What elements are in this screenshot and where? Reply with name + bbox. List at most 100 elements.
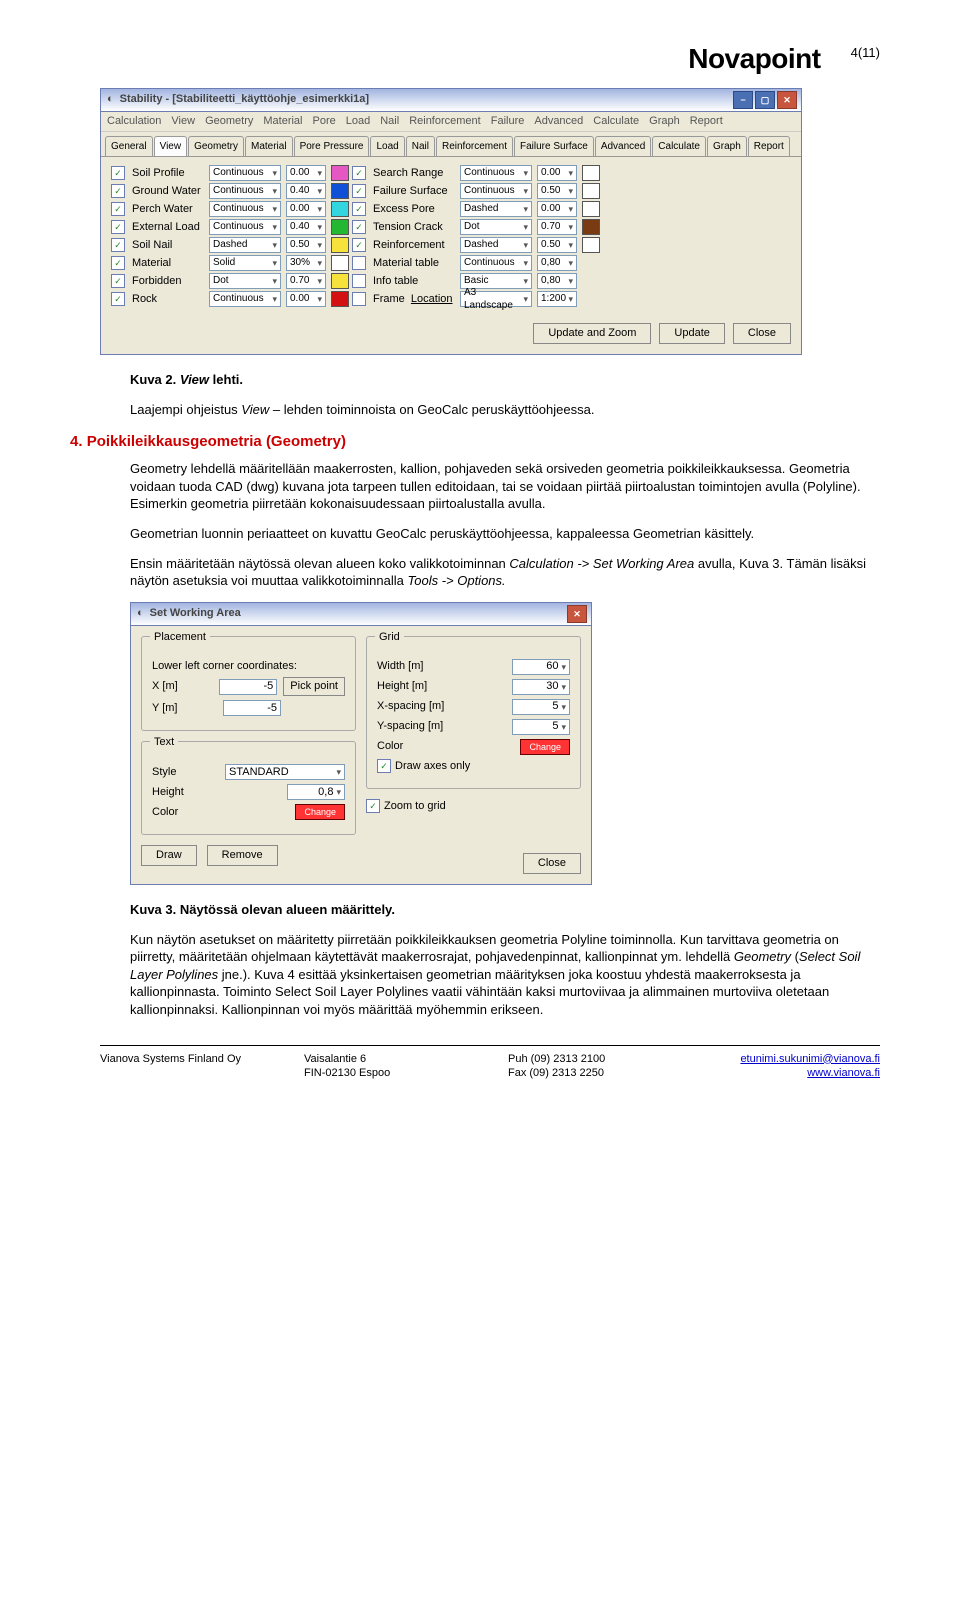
tab-reinf[interactable]: Reinforcement — [436, 136, 513, 157]
style-select[interactable]: Continuous▾ — [209, 183, 281, 199]
draw-axes-check[interactable]: ✓ — [377, 759, 391, 773]
value-select[interactable]: 0.40▾ — [286, 219, 326, 235]
tab-general[interactable]: General — [105, 136, 153, 157]
value-select[interactable]: 0,80▾ — [537, 255, 577, 271]
theight-input[interactable]: 0,8▾ — [287, 784, 345, 800]
menu-item[interactable]: Calculate — [593, 114, 639, 129]
web-link[interactable]: www.vianova.fi — [712, 1066, 880, 1081]
menu-item[interactable]: Advanced — [534, 114, 583, 129]
value-select[interactable]: 0.50▾ — [286, 237, 326, 253]
row-checkbox[interactable] — [352, 274, 366, 288]
tab-advanced[interactable]: Advanced — [595, 136, 651, 157]
email-link[interactable]: etunimi.sukunimi@vianova.fi — [712, 1052, 880, 1067]
row-checkbox[interactable]: ✓ — [111, 256, 125, 270]
value-select[interactable]: 30%▾ — [286, 255, 326, 271]
tab-geometry[interactable]: Geometry — [188, 136, 244, 157]
row-checkbox[interactable]: ✓ — [111, 202, 125, 216]
tab-report[interactable]: Report — [748, 136, 790, 157]
color-swatch[interactable] — [331, 201, 349, 217]
value-select[interactable]: 0.40▾ — [286, 183, 326, 199]
color-swatch[interactable] — [582, 219, 600, 235]
color-swatch[interactable] — [331, 219, 349, 235]
menu-item[interactable]: Nail — [380, 114, 399, 129]
style-select[interactable]: Continuous▾ — [460, 165, 532, 181]
swa-close-btn[interactable]: Close — [523, 853, 581, 874]
color-swatch[interactable] — [331, 165, 349, 181]
menu-item[interactable]: Failure — [491, 114, 525, 129]
tab-pore[interactable]: Pore Pressure — [294, 136, 370, 157]
menu-item[interactable]: Material — [263, 114, 302, 129]
swa-close-button[interactable]: ✕ — [567, 605, 587, 623]
maximize-button[interactable]: ▢ — [755, 91, 775, 109]
color-swatch[interactable] — [582, 183, 600, 199]
menu-item[interactable]: Load — [346, 114, 370, 129]
style-select[interactable]: Continuous▾ — [209, 219, 281, 235]
menu-item[interactable]: Pore — [313, 114, 336, 129]
xm-input[interactable]: -5 — [219, 679, 277, 695]
menu-item[interactable]: Report — [690, 114, 723, 129]
value-select[interactable]: 0.00▾ — [537, 165, 577, 181]
color-swatch[interactable] — [331, 273, 349, 289]
row-checkbox[interactable] — [352, 292, 366, 306]
style-select[interactable]: Dot▾ — [209, 273, 281, 289]
menu-item[interactable]: Calculation — [107, 114, 161, 129]
value-select[interactable]: 0.00▾ — [537, 201, 577, 217]
style-select[interactable]: Dashed▾ — [209, 237, 281, 253]
style-select[interactable]: Solid▾ — [209, 255, 281, 271]
row-checkbox[interactable]: ✓ — [111, 166, 125, 180]
tab-nail[interactable]: Nail — [406, 136, 435, 157]
style-select[interactable]: Continuous▾ — [209, 201, 281, 217]
color-swatch[interactable] — [582, 165, 600, 181]
style-select[interactable]: Continuous▾ — [460, 255, 532, 271]
color-swatch[interactable] — [582, 201, 600, 217]
menu-item[interactable]: Graph — [649, 114, 680, 129]
row-checkbox[interactable]: ✓ — [352, 184, 366, 198]
value-select[interactable]: 1:200▾ — [537, 291, 577, 307]
update-zoom-button[interactable]: Update and Zoom — [533, 323, 651, 344]
style-select[interactable]: A3 Landscape▾ — [460, 291, 532, 307]
row-checkbox[interactable]: ✓ — [352, 220, 366, 234]
tab-material[interactable]: Material — [245, 136, 293, 157]
style-select[interactable]: Continuous▾ — [209, 165, 281, 181]
style-select[interactable]: Continuous▾ — [460, 183, 532, 199]
value-select[interactable]: 0.50▾ — [537, 237, 577, 253]
ysp-input[interactable]: 5▾ — [512, 719, 570, 735]
value-select[interactable]: 0.00▾ — [286, 165, 326, 181]
tcolor-button[interactable]: Change — [295, 804, 345, 820]
draw-button[interactable]: Draw — [141, 845, 197, 866]
xsp-input[interactable]: 5▾ — [512, 699, 570, 715]
close-dlg-button[interactable]: Close — [733, 323, 791, 344]
update-button[interactable]: Update — [659, 323, 724, 344]
remove-button[interactable]: Remove — [207, 845, 278, 866]
value-select[interactable]: 0.70▾ — [286, 273, 326, 289]
color-swatch[interactable] — [331, 291, 349, 307]
row-checkbox[interactable]: ✓ — [111, 220, 125, 234]
row-checkbox[interactable]: ✓ — [111, 184, 125, 198]
heightm-input[interactable]: 30▾ — [512, 679, 570, 695]
style-select[interactable]: STANDARD▾ — [225, 764, 345, 780]
style-select[interactable]: Dashed▾ — [460, 201, 532, 217]
zoom-grid-check[interactable]: ✓ — [366, 799, 380, 813]
color-swatch[interactable] — [331, 183, 349, 199]
row-checkbox[interactable]: ✓ — [352, 202, 366, 216]
close-button[interactable]: ✕ — [777, 91, 797, 109]
gcolor-button[interactable]: Change — [520, 739, 570, 755]
pick-point-button[interactable]: Pick point — [283, 677, 345, 696]
tab-view[interactable]: View — [154, 136, 188, 157]
value-select[interactable]: 0.00▾ — [286, 291, 326, 307]
style-select[interactable]: Dashed▾ — [460, 237, 532, 253]
row-checkbox[interactable] — [352, 256, 366, 270]
color-swatch[interactable] — [331, 255, 349, 271]
style-select[interactable]: Dot▾ — [460, 219, 532, 235]
value-select[interactable]: 0.70▾ — [537, 219, 577, 235]
tab-calc[interactable]: Calculate — [652, 136, 706, 157]
row-checkbox[interactable]: ✓ — [111, 292, 125, 306]
row-checkbox[interactable]: ✓ — [352, 238, 366, 252]
row-checkbox[interactable]: ✓ — [111, 274, 125, 288]
tab-failure[interactable]: Failure Surface — [514, 136, 594, 157]
menu-item[interactable]: Reinforcement — [409, 114, 481, 129]
color-swatch[interactable] — [331, 237, 349, 253]
tab-graph[interactable]: Graph — [707, 136, 747, 157]
ym-input[interactable]: -5 — [223, 700, 281, 716]
value-select[interactable]: 0,80▾ — [537, 273, 577, 289]
